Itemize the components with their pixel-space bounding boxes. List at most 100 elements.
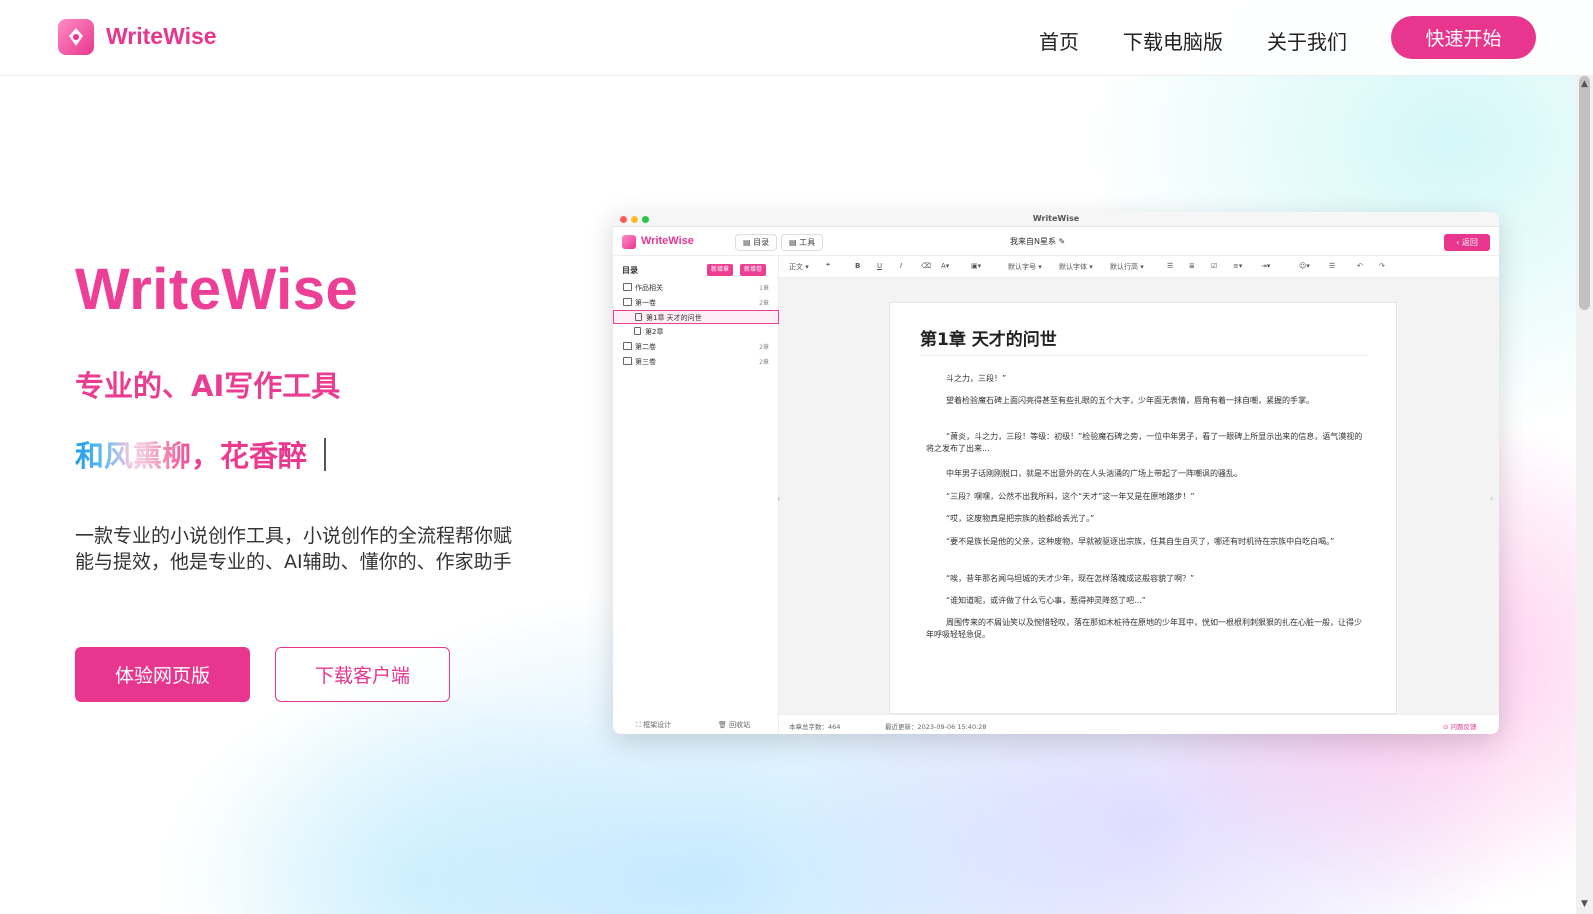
- typing-cursor: [324, 438, 326, 471]
- text-style-select: 正文 ▾: [789, 263, 809, 271]
- framework-design-label: 框架设计: [643, 721, 672, 729]
- divider-icon: ☰: [1329, 262, 1336, 270]
- italic-icon: I: [900, 262, 903, 270]
- paragraph: “哎，这废物真是把宗族的脸都给丢光了。”: [946, 514, 1095, 523]
- paragraph: 周围传来的不屑讪笑以及惋惜轻叹，落在那如木桩待在原地的少年耳中，恍如一根根利刺狠…: [926, 618, 1362, 639]
- back-button: ‹ 返回: [1444, 234, 1490, 251]
- tree-item-label: 作品相关: [635, 284, 663, 292]
- tree-item-count: 2章: [759, 300, 769, 307]
- framework-design-link: ⛶ 框架设计: [636, 720, 671, 730]
- app-header: WriteWise ▤ 目录 ▤ 工具 我来自N星系 ✎ ‹ 返回: [613, 227, 1499, 256]
- editor-page: 第1章 天才的问世 斗之力，三段！” 望着检验魔石碑上面闪亮得甚至有些扎眼的五个…: [889, 302, 1397, 714]
- font-family-select: 默认字体 ▾: [1059, 263, 1093, 271]
- app-logo-icon: [622, 235, 636, 249]
- undo-icon: ↶: [1357, 262, 1363, 270]
- tree-item-count: 1章: [759, 285, 769, 292]
- underline-icon: U: [877, 262, 883, 270]
- tree-item-label: 第三卷: [635, 358, 656, 366]
- try-web-button[interactable]: 体验网页版: [75, 647, 250, 702]
- collapse-right-icon: ‹: [1490, 494, 1494, 503]
- paragraph: 斗之力，三段！”: [946, 374, 1007, 383]
- file-icon: [635, 313, 642, 321]
- nav-link-about[interactable]: 关于我们: [1267, 26, 1347, 55]
- window-titlebar: WriteWise: [613, 212, 1499, 227]
- tree-item-count: 2章: [759, 359, 769, 366]
- checklist-icon: ☑: [1211, 262, 1218, 270]
- tree-item: 第一卷 2章: [613, 296, 779, 310]
- window-title: WriteWise: [1032, 214, 1080, 223]
- app-brand: WriteWise: [641, 235, 694, 247]
- font-family-label: 默认字体: [1059, 263, 1087, 271]
- hero-subtitle: 专业的、AI写作工具: [75, 369, 341, 403]
- sidebar-heading: 目录: [622, 266, 638, 275]
- download-client-button[interactable]: 下载客户端: [275, 647, 450, 702]
- brand-logo-icon[interactable]: [58, 19, 94, 55]
- chapter-title: 第1章 天才的问世: [920, 330, 1057, 350]
- feedback-link: ⊙ 问题反馈: [1443, 723, 1477, 731]
- redo-icon: ↷: [1379, 262, 1385, 270]
- recycle-bin-label: 回收站: [729, 721, 751, 729]
- tree-item-label: 第2章: [645, 328, 664, 336]
- folder-open-icon: [623, 298, 632, 306]
- indent-icon: ⇥▾: [1261, 262, 1271, 270]
- tree-item: 第二卷 2章: [613, 340, 779, 354]
- edit-pencil-icon: ✎: [1058, 237, 1066, 246]
- feedback-label: 问题反馈: [1450, 723, 1477, 731]
- paragraph: 望着检验魔石碑上面闪亮得甚至有些扎眼的五个大字，少年面无表情，唇角有着一抹自嘲，…: [946, 396, 1314, 405]
- document-name-text: 我来自N星系: [1010, 237, 1056, 246]
- status-bar: 本章总字数：464 最近更新：2023-09-06 15:40:28 ⊙ 问题反…: [779, 714, 1499, 734]
- word-count: 本章总字数：464: [789, 723, 841, 731]
- folder-icon: [623, 342, 632, 350]
- bold-icon: B: [855, 262, 861, 270]
- last-update: 最近更新：2023-09-06 15:40:28: [885, 723, 987, 731]
- tree-item-label: 第二卷: [635, 343, 656, 351]
- file-icon: [634, 327, 641, 335]
- bullet-list-icon: ☰: [1167, 262, 1174, 270]
- hero-typing-text: 和风熏柳，花香醉: [75, 433, 307, 475]
- tree-item: 第2章: [613, 325, 779, 339]
- nav-link-download-desktop[interactable]: 下载电脑版: [1123, 26, 1223, 55]
- tree-item-label: 第1章 天才的问世: [646, 314, 702, 322]
- editor-toolbar: 正文 ▾ ❝ B U I ⌫ A▾ ▣▾ 默认字号 ▾ 默认字体 ▾ 默认行高 …: [779, 256, 1499, 278]
- tree-item: 作品相关 1章: [613, 281, 779, 295]
- eraser-icon: ⌫: [921, 262, 931, 270]
- paragraph: 中年男子话刚刚脱口，就是不出意外的在人头汹涌的广场上带起了一阵嘲讽的骚乱。: [946, 469, 1242, 478]
- numbered-list-icon: ≣: [1189, 262, 1195, 270]
- scroll-down-icon[interactable]: ▼: [1579, 898, 1590, 910]
- tree-item-label: 第一卷: [635, 299, 656, 307]
- line-height-label: 默认行高: [1110, 263, 1138, 271]
- top-nav: WriteWise 首页 下载电脑版 关于我们 快速开始: [0, 0, 1593, 76]
- paragraph: “谁知道呢，或许做了什么亏心事，惹得神灵降怒了吧...”: [946, 596, 1146, 605]
- trash-icon: 🗑: [718, 721, 727, 729]
- quote-icon: ❝: [826, 262, 831, 270]
- font-size-select: 默认字号 ▾: [1008, 263, 1042, 271]
- align-icon: ≡▾: [1233, 262, 1243, 270]
- font-size-label: 默认字号: [1008, 263, 1036, 271]
- font-color-icon: A▾: [941, 262, 950, 270]
- nav-link-home[interactable]: 首页: [1039, 26, 1079, 55]
- paragraph: “萧炎，斗之力，三段！等级：初级！”检验魔石碑之旁，一位中年男子，看了一眼碑上所…: [926, 432, 1363, 453]
- collapse-left-icon: ‹: [777, 494, 781, 503]
- tools-button: ▤ 工具: [781, 234, 824, 251]
- folder-icon: [623, 357, 632, 365]
- emoji-icon: ☺▾: [1299, 262, 1310, 270]
- line-height-select: 默认行高 ▾: [1110, 263, 1144, 271]
- folder-icon: [623, 283, 632, 291]
- hero-title: WriteWise: [75, 257, 359, 322]
- document-name: 我来自N星系 ✎: [1010, 236, 1090, 247]
- back-button-label: 返回: [1461, 238, 1478, 247]
- app-sidebar: 目录 新增章 新增卷 作品相关 1章 第一卷 2章 第1章 天才的问世 第2章 …: [613, 256, 779, 734]
- sitemap-icon: ⛶: [636, 721, 641, 729]
- quick-start-button[interactable]: 快速开始: [1391, 16, 1536, 59]
- tools-button-label: 工具: [799, 238, 816, 247]
- recycle-bin-link: 🗑 回收站: [718, 720, 750, 730]
- scrollbar-thumb[interactable]: [1579, 76, 1590, 310]
- paragraph: “要不是族长是他的父亲，这种废物，早就被驱逐出宗族，任其自生自灭了，哪还有时机待…: [946, 537, 1335, 546]
- title-divider: [920, 355, 1368, 356]
- app-preview-window: WriteWise WriteWise ▤ 目录 ▤ 工具 我来自N星系 ✎ ‹…: [613, 212, 1499, 734]
- tree-item: 第三卷 2章: [613, 355, 779, 369]
- brand-name[interactable]: WriteWise: [106, 23, 217, 50]
- scroll-up-icon[interactable]: ▲: [1579, 78, 1590, 90]
- hero-description: 一款专业的小说创作工具，小说创作的全流程帮你赋能与提效，他是专业的、AI辅助、懂…: [75, 525, 513, 573]
- paragraph: “唉，昔年那名闻乌坦城的天才少年，现在怎样落魄成这般容貌了啊？”: [946, 574, 1195, 583]
